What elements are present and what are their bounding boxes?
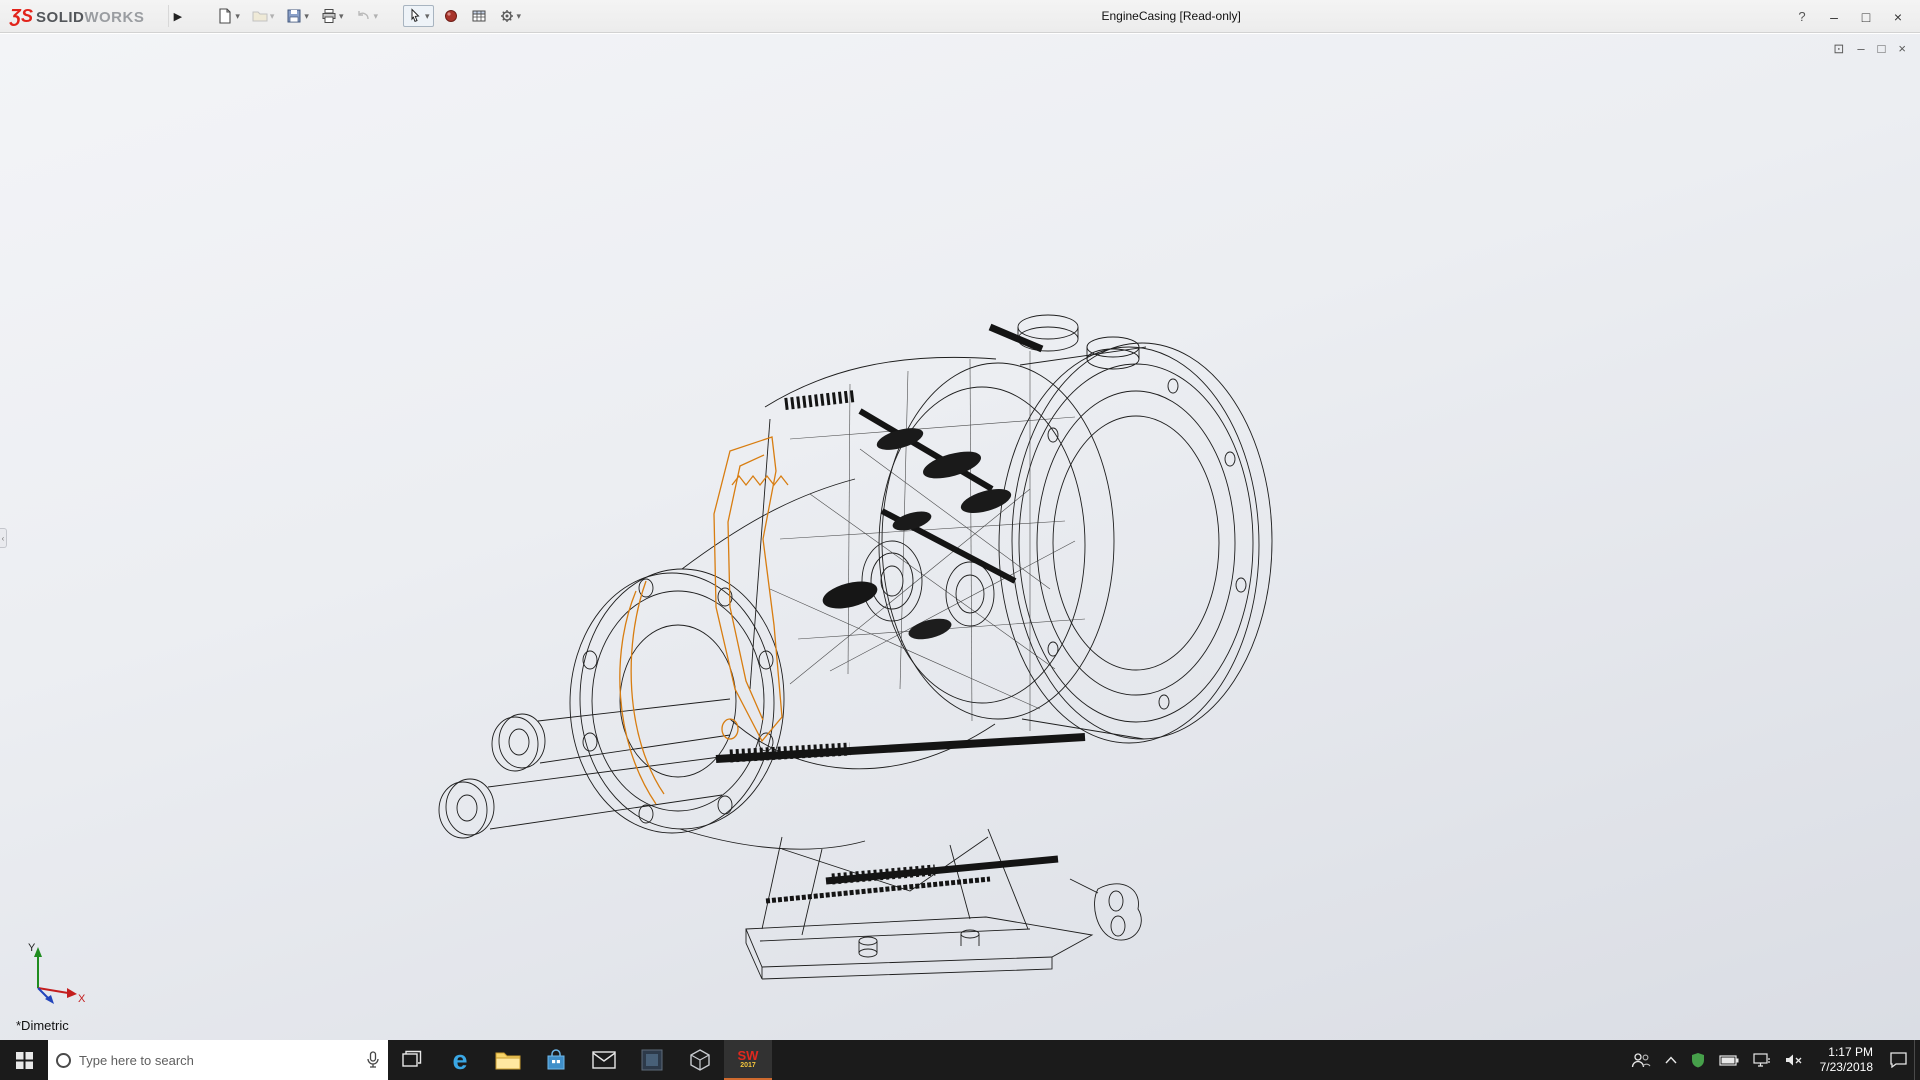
store-bag-icon (545, 1049, 567, 1071)
taskbar-app-3d-viewer[interactable] (676, 1040, 724, 1080)
maximize-button[interactable]: □ (1850, 9, 1882, 25)
volume-muted-icon (1785, 1053, 1803, 1067)
action-center-icon (1890, 1052, 1907, 1068)
security-tray-button[interactable] (1684, 1040, 1712, 1080)
taskbar-app-solidworks-active[interactable]: SW 2017 (724, 1040, 772, 1080)
new-document-icon (217, 8, 233, 24)
action-center-button[interactable] (1883, 1040, 1914, 1080)
highlighted-component-orange[interactable] (620, 437, 788, 804)
select-cursor-icon (407, 8, 423, 24)
file-explorer-icon (495, 1049, 521, 1071)
engine-model[interactable] (430, 289, 1300, 1019)
taskbar-app-edge[interactable]: e (436, 1040, 484, 1080)
x-axis-arrow-icon (67, 988, 77, 998)
task-view-icon (402, 1050, 422, 1070)
featuremanager-collapsed-tab[interactable]: ‹ (0, 528, 7, 548)
view-orientation-label: *Dimetric (16, 1018, 69, 1033)
taskbar-app-file-explorer[interactable] (484, 1040, 532, 1080)
document-window-controls: ⊡ – □ × (1833, 42, 1906, 56)
search-input[interactable] (79, 1053, 358, 1068)
appearances-button[interactable] (440, 6, 462, 26)
dropdown-arrow-icon[interactable]: ▾ (425, 11, 430, 22)
start-button[interactable] (0, 1040, 48, 1080)
solidworks-icon: SW (738, 1049, 759, 1062)
minimize-button[interactable]: – (1818, 9, 1850, 25)
cortana-icon (56, 1053, 71, 1068)
taskbar-clock[interactable]: 1:17 PM 7/23/2018 (1810, 1040, 1883, 1080)
select-tool-button[interactable]: ▾ (403, 5, 434, 27)
clock-date: 7/23/2018 (1820, 1060, 1873, 1075)
task-view-button[interactable] (388, 1040, 436, 1080)
network-tray-button[interactable] (1746, 1040, 1778, 1080)
undo-icon (355, 8, 371, 24)
show-desktop-button[interactable] (1914, 1040, 1920, 1080)
dropdown-arrow-icon[interactable]: ▾ (270, 11, 275, 22)
x-axis-label: X (78, 993, 86, 1005)
dropdown-arrow-icon[interactable]: ▾ (235, 11, 240, 22)
help-button[interactable]: ? (1786, 9, 1818, 24)
ds-logo-icon: ƷS (10, 6, 33, 27)
chevron-up-icon (1665, 1056, 1677, 1064)
save-button[interactable]: ▾ (283, 6, 312, 26)
taskbar-search[interactable] (48, 1040, 388, 1080)
taskbar-app-photos[interactable] (628, 1040, 676, 1080)
people-button[interactable] (1624, 1040, 1658, 1080)
doc-close-button[interactable]: × (1898, 42, 1906, 56)
battery-tray-button[interactable] (1712, 1040, 1746, 1080)
save-icon (286, 8, 302, 24)
close-button[interactable]: × (1882, 9, 1914, 25)
new-document-button[interactable]: ▾ (214, 6, 243, 26)
doc-dock-button[interactable]: ⊡ (1833, 42, 1844, 56)
window-title: EngineCasing [Read-only] (1101, 9, 1240, 23)
cube-icon (688, 1048, 712, 1072)
main-toolbar: ▾ ▾ ▾ ▾ (214, 5, 524, 27)
options-button[interactable]: ▾ (496, 6, 525, 26)
windows-logo-icon (16, 1052, 33, 1069)
menu-flyout-arrow[interactable]: ▶ (168, 5, 186, 27)
system-tray: 1:17 PM 7/23/2018 (1624, 1040, 1920, 1080)
clock-time: 1:17 PM (1828, 1045, 1873, 1060)
solidworks-logo: ƷS SOLID WORKS (10, 6, 144, 27)
brand-works: WORKS (84, 9, 144, 26)
taskbar-app-mail[interactable] (580, 1040, 628, 1080)
dropdown-arrow-icon[interactable]: ▾ (373, 11, 378, 22)
engine-shafts-dark[interactable] (716, 327, 1085, 901)
battery-icon (1719, 1055, 1739, 1066)
undo-button[interactable]: ▾ (352, 6, 381, 26)
dropdown-arrow-icon[interactable]: ▾ (339, 11, 344, 22)
print-button[interactable]: ▾ (318, 6, 347, 26)
people-icon (1631, 1052, 1651, 1068)
tray-overflow-button[interactable] (1658, 1040, 1684, 1080)
print-icon (321, 8, 337, 24)
open-button[interactable]: ▾ (249, 6, 278, 26)
y-axis-label: Y (28, 942, 36, 954)
network-icon (1753, 1053, 1771, 1068)
windows-taskbar: e SW 2017 (0, 1040, 1920, 1080)
edge-icon: e (452, 1047, 467, 1074)
graphics-viewport[interactable]: ⊡ – □ × ‹ (0, 34, 1920, 1040)
dropdown-arrow-icon[interactable]: ▾ (304, 11, 309, 22)
open-folder-icon (252, 8, 268, 24)
dropdown-arrow-icon[interactable]: ▾ (517, 11, 522, 22)
taskbar-app-store[interactable] (532, 1040, 580, 1080)
design-table-button[interactable] (468, 6, 490, 26)
doc-restore-button[interactable]: □ (1878, 42, 1886, 56)
mail-envelope-icon (592, 1051, 616, 1069)
photos-icon (640, 1048, 664, 1072)
solidworks-year-badge: 2017 (740, 1062, 756, 1069)
gear-icon (499, 8, 515, 24)
appearance-sphere-icon (443, 8, 459, 24)
coordinate-triad: Y X (24, 940, 88, 1006)
volume-tray-button[interactable] (1778, 1040, 1810, 1080)
window-controls: ? – □ × (1786, 0, 1914, 33)
brand-solid: SOLID (36, 9, 84, 26)
defender-shield-icon (1691, 1052, 1705, 1068)
doc-minimize-button[interactable]: – (1857, 42, 1864, 56)
table-icon (471, 8, 487, 24)
microphone-icon[interactable] (366, 1051, 380, 1069)
titlebar: ƷS SOLID WORKS ▶ ▾ ▾ ▾ (0, 0, 1920, 33)
